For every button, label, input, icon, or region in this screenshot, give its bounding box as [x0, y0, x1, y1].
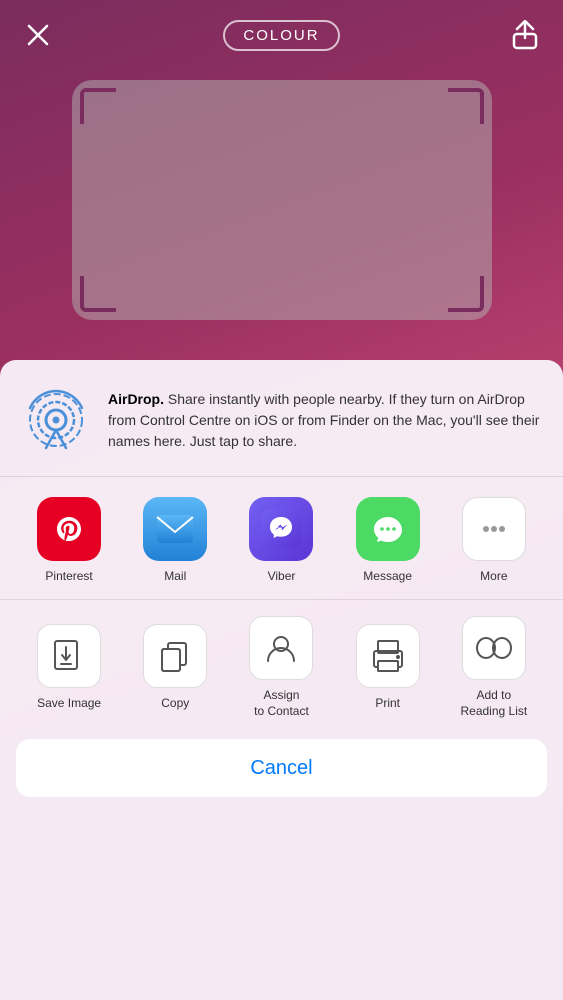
app-label-pinterest: Pinterest: [45, 569, 92, 583]
app-item-more: More: [454, 497, 534, 583]
copy-icon[interactable]: [143, 624, 207, 688]
app-label-message: Message: [363, 569, 412, 583]
app-label-viber: Viber: [268, 569, 296, 583]
app-label-mail: Mail: [164, 569, 186, 583]
app-item-viber: Viber: [241, 497, 321, 583]
action-item-assign-contact: Assign to Contact: [236, 616, 326, 719]
viber-icon[interactable]: [249, 497, 313, 561]
more-icon[interactable]: [462, 497, 526, 561]
qr-area: [72, 80, 492, 320]
actions-row: Save Image Copy Assign to Contact: [0, 600, 563, 727]
mail-icon[interactable]: [143, 497, 207, 561]
app-item-mail: Mail: [135, 497, 215, 583]
share-button[interactable]: [507, 17, 543, 53]
corner-tr: [448, 88, 484, 124]
title: COLOUR: [223, 20, 339, 51]
action-label-save-image: Save Image: [37, 696, 101, 712]
action-item-reading-list: Add to Reading List: [449, 616, 539, 719]
corner-bl: [80, 276, 116, 312]
print-icon[interactable]: [356, 624, 420, 688]
app-item-message: Message: [348, 497, 428, 583]
action-item-save-image: Save Image: [24, 624, 114, 712]
airdrop-description: AirDrop. Share instantly with people nea…: [108, 389, 543, 452]
action-label-reading-list: Add to Reading List: [460, 688, 527, 719]
corner-tl: [80, 88, 116, 124]
close-button[interactable]: [20, 17, 56, 53]
airdrop-body: Share instantly with people nearby. If t…: [108, 391, 539, 449]
airdrop-section: AirDrop. Share instantly with people nea…: [0, 360, 563, 477]
pinterest-icon[interactable]: [37, 497, 101, 561]
apps-row: Pinterest Mail: [0, 477, 563, 600]
action-item-copy: Copy: [130, 624, 220, 712]
assign-contact-icon[interactable]: [249, 616, 313, 680]
save-image-icon[interactable]: [37, 624, 101, 688]
action-label-print: Print: [375, 696, 400, 712]
corner-br: [448, 276, 484, 312]
airdrop-bold: AirDrop.: [108, 391, 164, 407]
cancel-button[interactable]: Cancel: [16, 739, 547, 797]
cancel-label: Cancel: [250, 757, 312, 780]
share-sheet: AirDrop. Share instantly with people nea…: [0, 360, 563, 1000]
top-bar: COLOUR: [0, 0, 563, 70]
action-label-copy: Copy: [161, 696, 189, 712]
app-item-pinterest: Pinterest: [29, 497, 109, 583]
app-label-more: More: [480, 569, 507, 583]
message-icon[interactable]: [356, 497, 420, 561]
airdrop-icon: [20, 384, 92, 456]
action-item-print: Print: [343, 624, 433, 712]
reading-list-icon[interactable]: [462, 616, 526, 680]
action-label-assign-contact: Assign to Contact: [254, 688, 309, 719]
